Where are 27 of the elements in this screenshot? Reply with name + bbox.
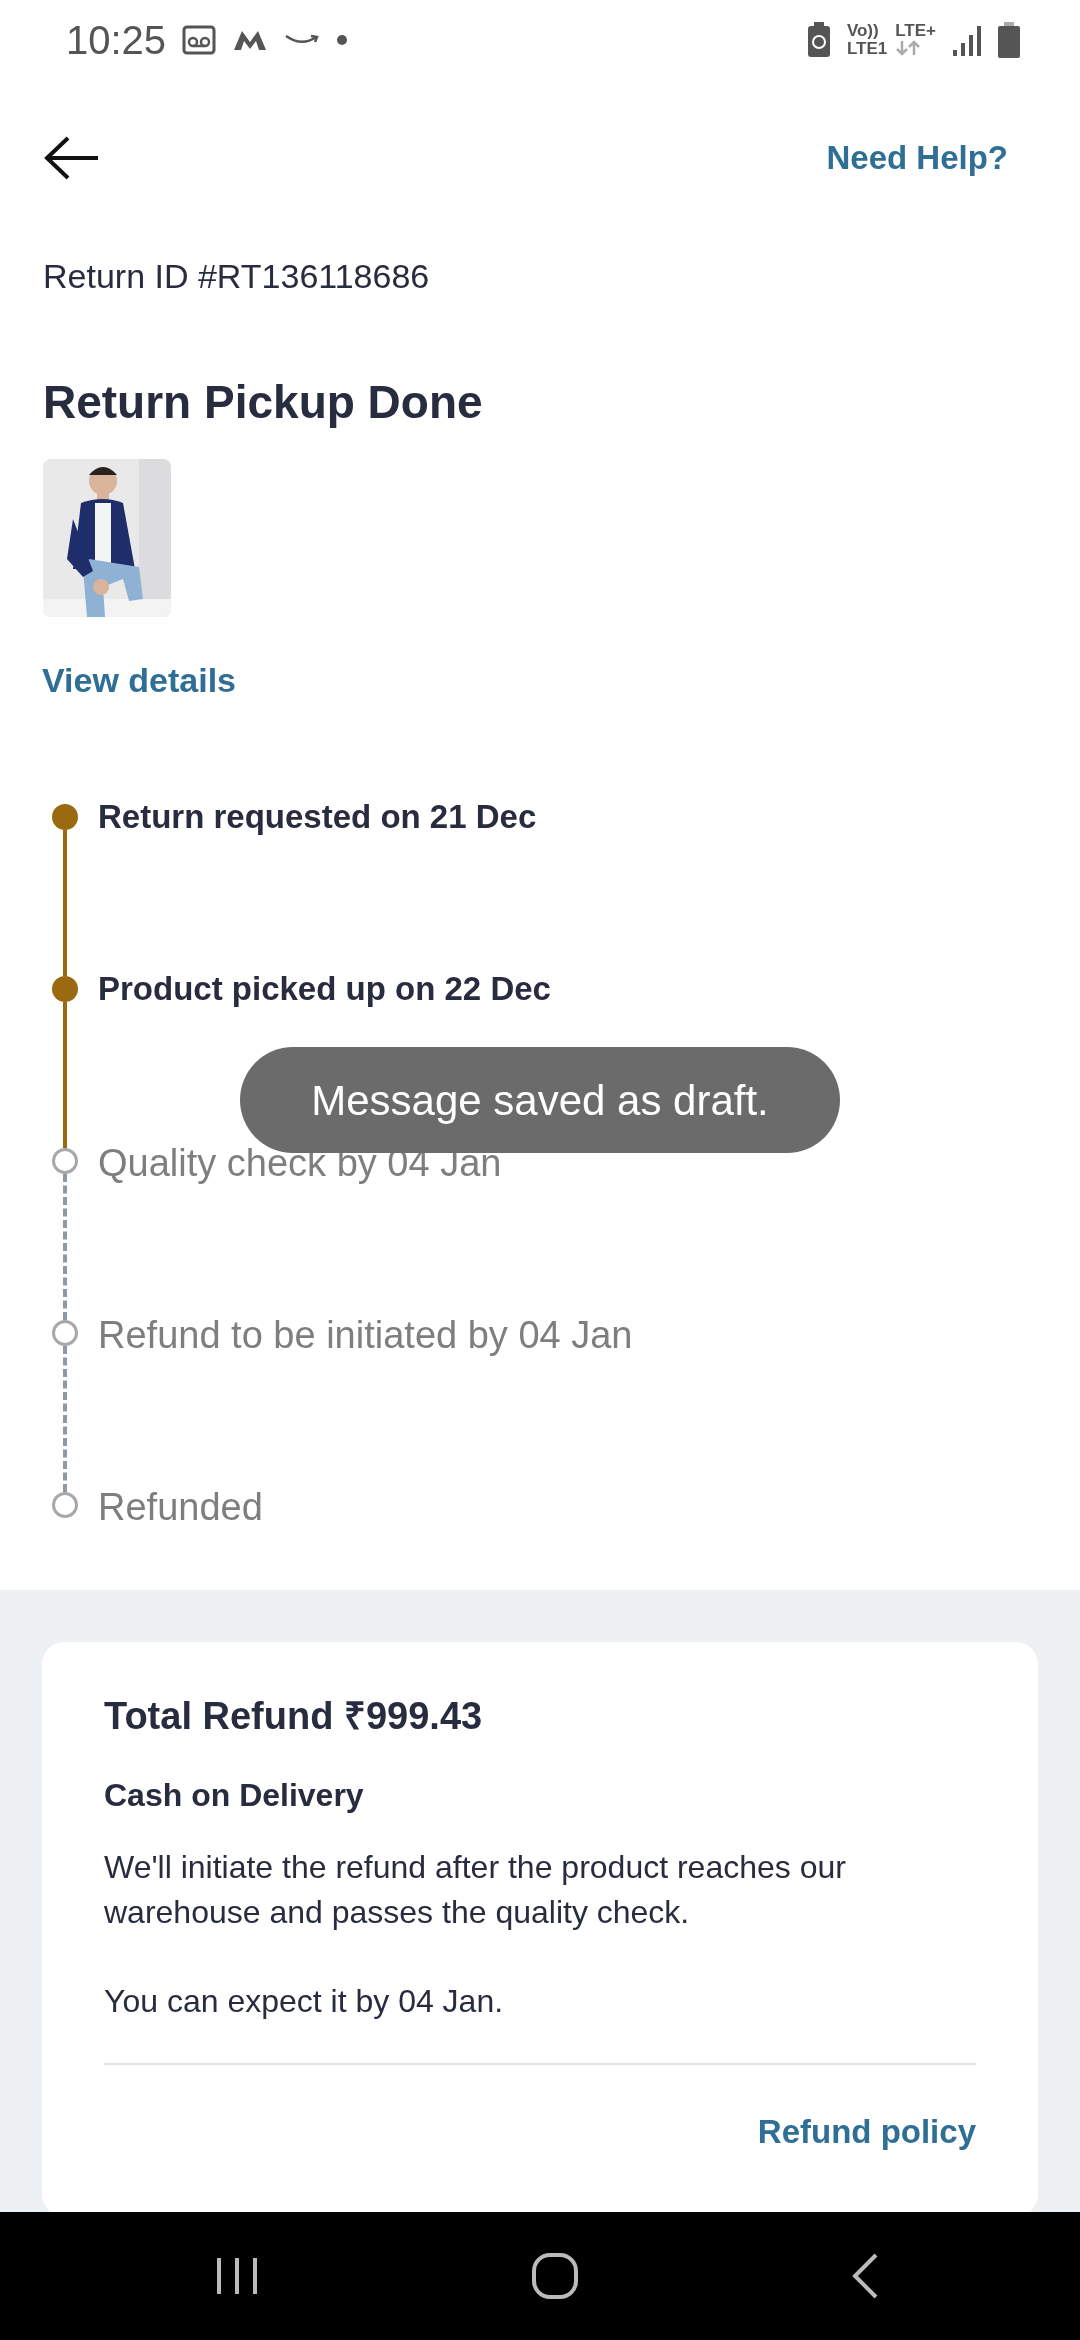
back-icon[interactable] [850,2252,880,2300]
recent-apps-icon[interactable] [215,2256,259,2296]
payment-method: Cash on Delivery [104,1776,365,1815]
expected-date: You can expect it by 04 Jan. [104,1981,505,2021]
battery-saver-icon [806,22,831,58]
status-title: Return Pickup Done [42,375,484,430]
dot-icon [336,34,349,46]
return-id: Return ID #RT136118686 [42,256,431,297]
network-label: LTE+ [895,22,936,40]
network-label: LTE1 [846,40,888,58]
status-time: 10:25 [66,17,167,64]
data-arrows-icon [895,40,922,56]
network-label: Vo)) [846,22,880,40]
battery-icon [998,22,1020,58]
timeline-step: Refunded [98,1488,263,1526]
home-icon[interactable] [530,2252,579,2300]
timeline-step: Refund to be initiated by 04 Jan [98,1316,633,1354]
view-details-link[interactable]: View details [42,655,237,706]
voicemail-icon [182,25,217,55]
signal-icon [952,24,982,56]
refund-description: We'll initiate the refund after the product reaches our warehouse and passes the quality check. [104,1848,847,1932]
timeline-step: Return requested on 21 Dec [98,800,537,833]
help-link[interactable]: Need Help? [826,132,1008,183]
refund-policy-link[interactable]: Refund policy [757,2106,976,2157]
timeline-step: Product picked up on 22 Dec [98,972,551,1005]
refund-total: Total Refund ₹999.43 [104,1694,484,1739]
back-arrow-icon[interactable] [44,135,100,180]
